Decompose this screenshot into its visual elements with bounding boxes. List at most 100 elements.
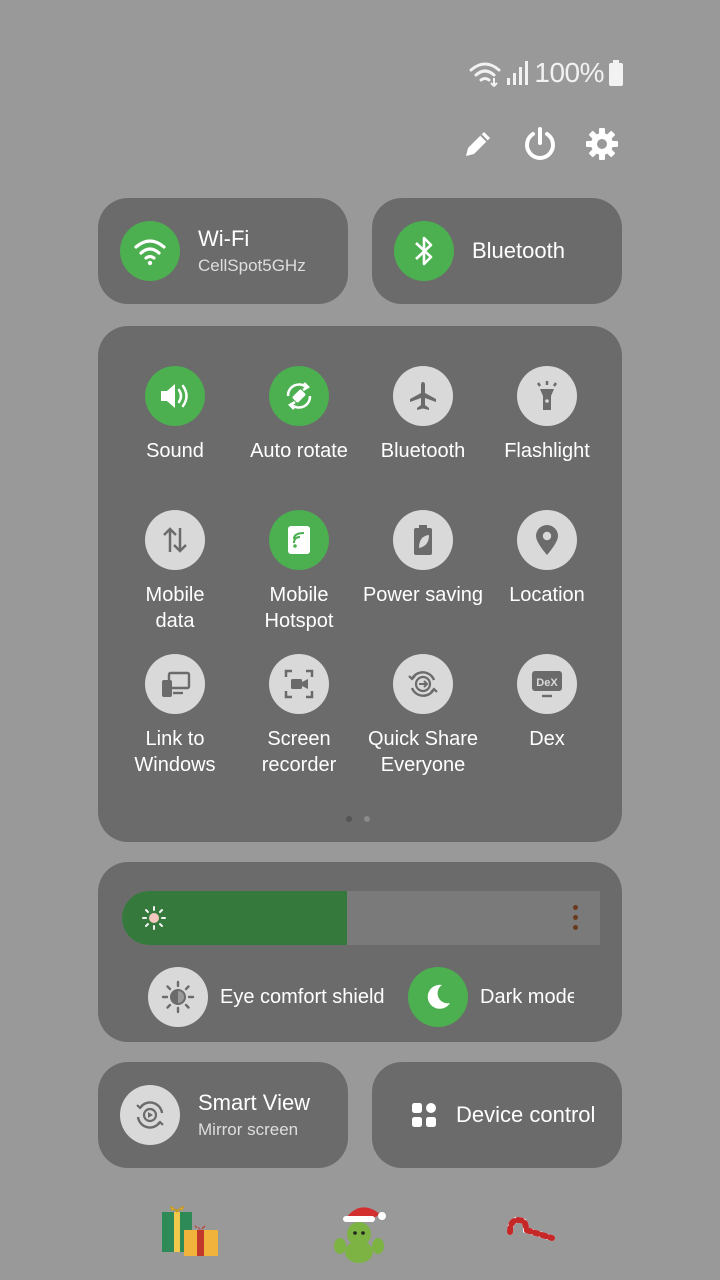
eye-comfort-shield-toggle[interactable]: Eye comfort shield (148, 967, 400, 1027)
battery-icon (609, 60, 623, 86)
qs-mobile-data[interactable]: Mobile data (110, 510, 240, 634)
wifi-label: Wi-Fi (198, 226, 250, 251)
dex-icon: DeX (532, 671, 562, 698)
quick-settings-panel: Sound Auto rotate Bluetooth Flashlight M… (98, 326, 622, 842)
qs-flashlight[interactable]: Flashlight (482, 366, 612, 464)
qs-quick-share[interactable]: Quick Share Everyone (358, 654, 488, 778)
link-to-windows-icon (162, 671, 191, 697)
airplane-toggle[interactable] (393, 366, 453, 426)
candy-cane-icon (507, 1216, 555, 1241)
qs-label: Mobile Hotspot (264, 584, 334, 632)
qs-label: Link to Windows (134, 728, 216, 776)
location-toggle[interactable] (517, 510, 577, 570)
flashlight-toggle[interactable] (517, 366, 577, 426)
battery-percentage: 100% (534, 57, 604, 88)
bluetooth-label: Bluetooth (472, 238, 565, 263)
eye-comfort-icon (161, 980, 195, 1014)
power-icon (525, 127, 555, 160)
dex-toggle[interactable]: DeX (517, 654, 577, 714)
qs-label: Quick Share Everyone (367, 728, 479, 776)
page-indicator (346, 816, 370, 822)
quick-share-toggle[interactable] (393, 654, 453, 714)
smart-view-icon (136, 1101, 164, 1129)
flashlight-icon (536, 381, 558, 410)
quick-share-icon (408, 671, 438, 697)
smart-view-sub: Mirror screen (198, 1120, 299, 1139)
power-button[interactable] (520, 124, 560, 164)
status-bar: 100% (468, 56, 624, 90)
mobile-data-icon (163, 527, 187, 553)
qs-label: Bluetooth (380, 440, 466, 462)
sound-toggle[interactable] (145, 366, 205, 426)
more-dot (573, 905, 578, 910)
top-actions (458, 124, 622, 164)
mobile-data-toggle[interactable] (145, 510, 205, 570)
moon-icon (427, 984, 450, 1009)
qs-screen-recorder[interactable]: Screen recorder (234, 654, 364, 778)
settings-button[interactable] (582, 124, 622, 164)
brightness-more-button[interactable] (573, 905, 578, 930)
qs-auto-rotate[interactable]: Auto rotate (234, 366, 364, 464)
power-saving-toggle[interactable] (393, 510, 453, 570)
brightness-slider[interactable] (122, 891, 600, 945)
sun-icon (142, 906, 166, 930)
brightness-panel: Eye comfort shield Dark mode (98, 862, 622, 1042)
eye-comfort-label: Eye comfort shield (220, 985, 385, 1008)
device-control-label: Device control (456, 1102, 596, 1127)
eye-comfort-button[interactable] (148, 967, 208, 1027)
device-control-tile[interactable]: Device control (372, 1062, 622, 1168)
qs-label: Location (509, 584, 585, 606)
qs-label: Sound (146, 440, 204, 462)
hotspot-toggle[interactable] (269, 510, 329, 570)
smart-view-button[interactable] (120, 1085, 180, 1145)
speaker-icon (161, 384, 188, 408)
auto-rotate-toggle[interactable] (269, 366, 329, 426)
cactus-santa-hat-icon (334, 1207, 386, 1263)
hotspot-icon (288, 526, 310, 554)
link-to-windows-toggle[interactable] (145, 654, 205, 714)
svg-text:DeX: DeX (536, 677, 558, 689)
pencil-icon (466, 132, 490, 156)
edit-button[interactable] (458, 124, 498, 164)
device-control-icon (412, 1103, 436, 1127)
dark-mode-button[interactable] (408, 967, 468, 1027)
dark-mode-label: Dark mode (480, 985, 574, 1008)
wifi-toggle[interactable] (120, 221, 180, 281)
battery-leaf-icon (414, 525, 432, 555)
qs-label: Mobile data (145, 584, 205, 632)
wifi-network-name: CellSpot5GHz (198, 256, 306, 275)
screen-recorder-toggle[interactable] (269, 654, 329, 714)
bluetooth-tile[interactable]: Bluetooth (372, 198, 622, 304)
dark-mode-toggle[interactable]: Dark mode (408, 967, 574, 1027)
more-dot (573, 915, 578, 920)
qs-location[interactable]: Location (482, 510, 612, 608)
qs-dex[interactable]: DeX Dex (482, 654, 612, 752)
qs-label: Screen recorder (261, 728, 337, 776)
qs-link-to-windows[interactable]: Link to Windows (110, 654, 240, 778)
airplane-icon (410, 382, 436, 410)
screen-recorder-icon (284, 669, 314, 699)
auto-rotate-icon (286, 382, 312, 410)
qs-sound[interactable]: Sound (110, 366, 240, 464)
wifi-icon (134, 239, 166, 266)
wifi-signal-icon (469, 62, 501, 87)
qs-mobile-hotspot[interactable]: Mobile Hotspot (234, 510, 364, 634)
bluetooth-icon (415, 236, 433, 266)
gift-boxes-icon (162, 1206, 218, 1256)
bluetooth-toggle[interactable] (394, 221, 454, 281)
more-dot (573, 925, 578, 930)
qs-label: Flashlight (504, 440, 590, 462)
smart-view-label: Smart View (198, 1090, 311, 1115)
page-dot[interactable] (364, 816, 370, 822)
cellular-signal-icon (507, 61, 529, 85)
smart-view-tile[interactable]: Smart View Mirror screen (98, 1062, 348, 1168)
qs-label: Power saving (362, 584, 484, 606)
qs-label: Dex (529, 728, 565, 750)
page-dot-active[interactable] (346, 816, 352, 822)
qs-power-saving[interactable]: Power saving (358, 510, 488, 608)
wifi-tile[interactable]: Wi-Fi CellSpot5GHz (98, 198, 348, 304)
qs-airplane[interactable]: Bluetooth (358, 366, 488, 464)
gear-icon (586, 128, 618, 160)
location-pin-icon (536, 525, 558, 555)
qs-label: Auto rotate (250, 440, 348, 462)
